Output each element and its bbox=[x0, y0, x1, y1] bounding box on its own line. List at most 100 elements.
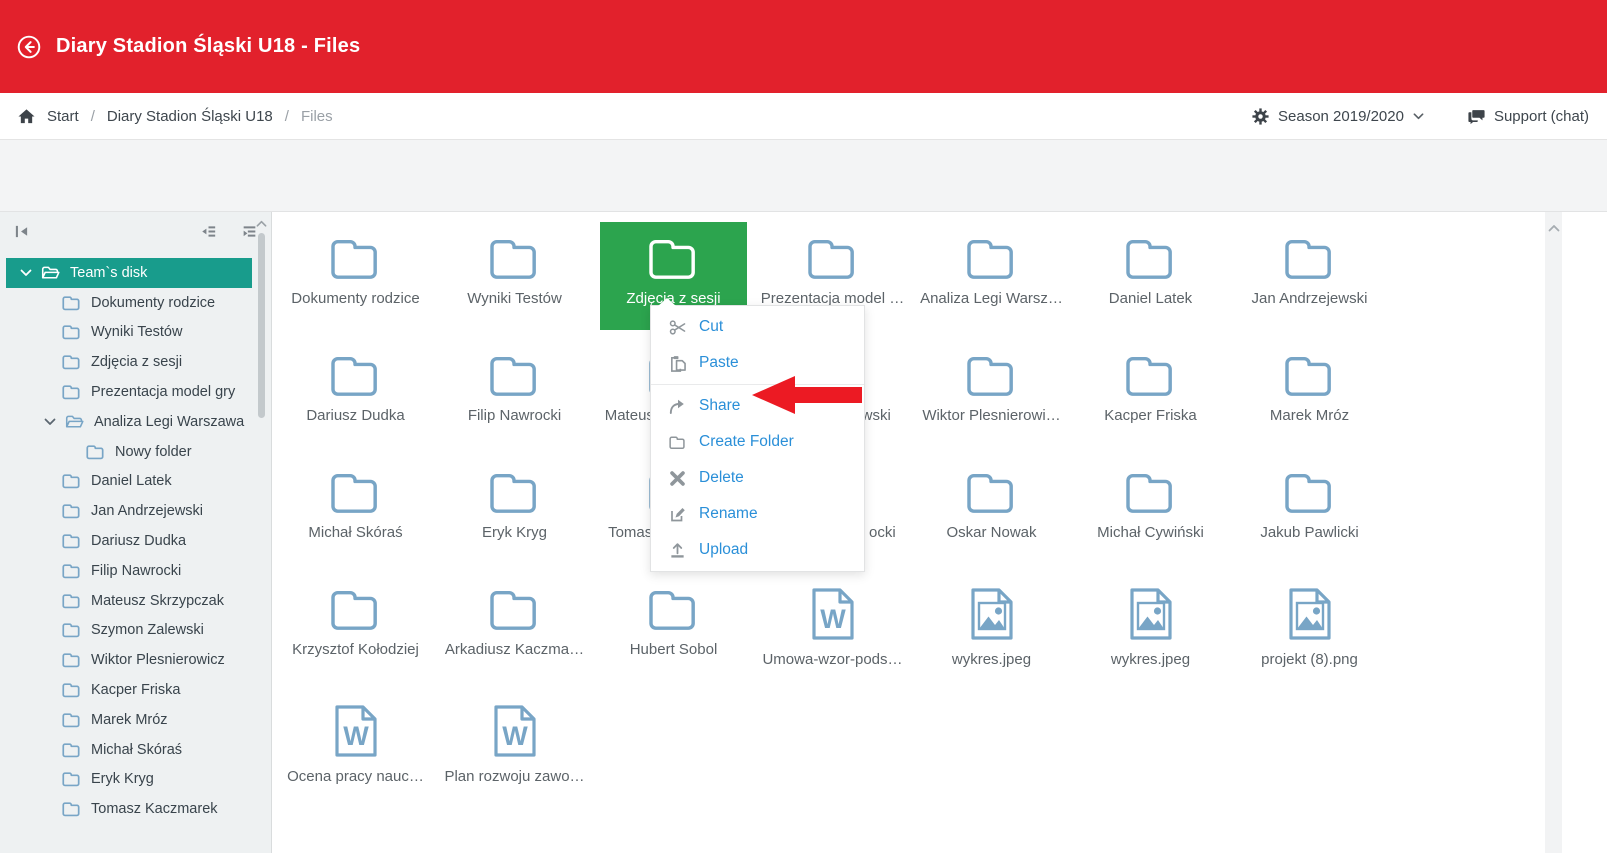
grid-item-folder[interactable]: Analiza Legi Warsz… bbox=[918, 222, 1065, 330]
menu-item-create-folder[interactable]: Create Folder bbox=[651, 424, 864, 460]
tree-item[interactable]: Daniel Latek bbox=[6, 467, 252, 497]
grid-item-image-file[interactable]: projekt (8).png bbox=[1236, 573, 1383, 681]
folder-icon bbox=[329, 352, 383, 398]
grid-item-folder[interactable]: Jakub Pawlicki bbox=[1236, 456, 1383, 564]
home-icon[interactable] bbox=[18, 108, 35, 125]
main-scrollbar[interactable] bbox=[1545, 212, 1562, 853]
grid-item-folder[interactable]: Dokumenty rodzice bbox=[282, 222, 429, 330]
chevron-down-icon[interactable] bbox=[20, 267, 32, 279]
grid-item-folder[interactable]: Dariusz Dudka bbox=[282, 339, 429, 447]
folder-icon bbox=[647, 586, 701, 632]
support-chat-link[interactable]: Support (chat) bbox=[1468, 108, 1589, 125]
tree-item[interactable]: Dokumenty rodzice bbox=[6, 288, 252, 318]
grid-item-word-doc[interactable]: Ocena pracy nauc… bbox=[282, 690, 429, 798]
grid-item-folder[interactable]: Hubert Sobol bbox=[600, 573, 747, 681]
tree-item[interactable]: Zdjęcia z sesji bbox=[6, 347, 252, 377]
grid-item-folder[interactable]: Krzysztof Kołodziej bbox=[282, 573, 429, 681]
tree-item[interactable]: Marek Mróz bbox=[6, 705, 252, 735]
paste-icon bbox=[669, 355, 686, 372]
tree-item[interactable]: Michał Skóraś bbox=[6, 735, 252, 765]
grid-item-word-doc[interactable]: Plan rozwoju zawo… bbox=[441, 690, 588, 798]
image-file-icon bbox=[1128, 586, 1174, 642]
tree-item[interactable]: Jan Andrzejewski bbox=[6, 496, 252, 526]
grid-item-folder[interactable]: Jan Andrzejewski bbox=[1236, 222, 1383, 330]
folder-icon bbox=[965, 235, 1019, 281]
grid-item-folder[interactable]: Kacper Friska bbox=[1077, 339, 1224, 447]
grid-item-label: Arkadiusz Kaczma… bbox=[445, 641, 584, 658]
tree-item-label: Dokumenty rodzice bbox=[91, 295, 215, 311]
tree-item[interactable]: Filip Nawrocki bbox=[6, 556, 252, 586]
grid-item-label: Michał Cywiński bbox=[1097, 524, 1204, 541]
sidebar-scrollbar[interactable] bbox=[255, 214, 268, 834]
grid-item-image-file[interactable]: wykres.jpeg bbox=[918, 573, 1065, 681]
breadcrumb-start[interactable]: Start bbox=[47, 108, 79, 125]
scrollbar-thumb[interactable] bbox=[258, 233, 265, 418]
tree-item-label: Wiktor Plesnierowicz bbox=[91, 652, 225, 668]
grid-item-folder[interactable]: Eryk Kryg bbox=[441, 456, 588, 564]
grid-item-label: Plan rozwoju zawo… bbox=[444, 768, 584, 785]
menu-item-cut[interactable]: Cut bbox=[651, 309, 864, 345]
tree-item[interactable]: Eryk Kryg bbox=[6, 765, 252, 795]
file-manager-window: Diary Stadion Śląski U18 - Files Start /… bbox=[0, 0, 1607, 853]
grid-item-folder[interactable]: Filip Nawrocki bbox=[441, 339, 588, 447]
chevron-down-icon[interactable] bbox=[44, 416, 56, 428]
tree-item[interactable]: Tomasz Kaczmarek bbox=[6, 794, 252, 824]
image-file-icon bbox=[969, 586, 1015, 642]
collapse-all-icon[interactable] bbox=[201, 224, 216, 239]
tree-item[interactable]: Kacper Friska bbox=[6, 675, 252, 705]
grid-item-folder[interactable]: Oskar Nowak bbox=[918, 456, 1065, 564]
tree-item-expanded[interactable]: Analiza Legi Warszawa bbox=[6, 407, 252, 437]
tree-item-label: Filip Nawrocki bbox=[91, 563, 181, 579]
season-selector[interactable]: Season 2019/2020 bbox=[1252, 108, 1424, 125]
folder-icon bbox=[329, 586, 383, 632]
grid-item-folder[interactable]: Wiktor Plesnierowi… bbox=[918, 339, 1065, 447]
tree-item-label: Team`s disk bbox=[70, 265, 147, 281]
tree-item[interactable]: Dariusz Dudka bbox=[6, 526, 252, 556]
breadcrumb-team[interactable]: Diary Stadion Śląski U18 bbox=[107, 108, 273, 125]
menu-item-label: Delete bbox=[699, 469, 744, 487]
tree-item[interactable]: Wyniki Testów bbox=[6, 318, 252, 348]
menu-item-paste[interactable]: Paste bbox=[651, 345, 864, 381]
tree-item[interactable]: Nowy folder bbox=[6, 437, 252, 467]
menu-item-delete[interactable]: Delete bbox=[651, 460, 864, 496]
tree-item[interactable]: Mateusz Skrzypczak bbox=[6, 586, 252, 616]
grid-item-word-doc[interactable]: Umowa-wzor-pods… bbox=[759, 573, 906, 681]
grid-item-folder[interactable]: Arkadiusz Kaczma… bbox=[441, 573, 588, 681]
tree-item-label: Analiza Legi Warszawa bbox=[94, 414, 244, 430]
scroll-up-icon[interactable] bbox=[1548, 222, 1560, 234]
folder-icon bbox=[62, 652, 81, 668]
grid-item-folder[interactable]: Michał Skóraś bbox=[282, 456, 429, 564]
word-document-icon bbox=[810, 586, 856, 642]
tree-item[interactable]: Szymon Zalewski bbox=[6, 616, 252, 646]
tree-item[interactable]: Wiktor Plesnierowicz bbox=[6, 645, 252, 675]
tree-item[interactable]: Prezentacja model gry bbox=[6, 377, 252, 407]
grid-item-label: Daniel Latek bbox=[1109, 290, 1192, 307]
folder-icon bbox=[965, 352, 1019, 398]
folder-icon bbox=[1124, 235, 1178, 281]
folder-icon bbox=[329, 469, 383, 515]
grid-item-folder[interactable]: Marek Mróz bbox=[1236, 339, 1383, 447]
folder-icon bbox=[647, 235, 701, 281]
folder-icon bbox=[62, 324, 81, 340]
folder-icon bbox=[62, 712, 81, 728]
tree-item-teams-disk[interactable]: Team`s disk bbox=[6, 258, 252, 288]
scroll-up-icon[interactable] bbox=[256, 218, 267, 229]
grid-item-folder[interactable]: Daniel Latek bbox=[1077, 222, 1224, 330]
collapse-panel-icon[interactable] bbox=[14, 224, 29, 239]
upload-icon bbox=[669, 542, 686, 559]
grid-item-label: Oskar Nowak bbox=[946, 524, 1036, 541]
menu-item-share[interactable]: Share bbox=[651, 388, 864, 424]
folder-tree: Team`s disk Dokumenty rodzice Wyniki Tes… bbox=[6, 258, 252, 824]
grid-item-image-file[interactable]: wykres.jpeg bbox=[1077, 573, 1224, 681]
grid-item-label: Filip Nawrocki bbox=[468, 407, 561, 424]
folder-icon bbox=[62, 503, 81, 519]
menu-item-label: Upload bbox=[699, 541, 748, 559]
grid-item-folder[interactable]: Michał Cywiński bbox=[1077, 456, 1224, 564]
menu-item-rename[interactable]: Rename bbox=[651, 496, 864, 532]
back-icon[interactable] bbox=[16, 34, 42, 60]
menu-item-upload[interactable]: Upload bbox=[651, 532, 864, 568]
open-folder-icon bbox=[65, 414, 84, 430]
grid-item-label: Wyniki Testów bbox=[467, 290, 562, 307]
grid-item-folder[interactable]: Wyniki Testów bbox=[441, 222, 588, 330]
folder-icon bbox=[62, 742, 81, 758]
